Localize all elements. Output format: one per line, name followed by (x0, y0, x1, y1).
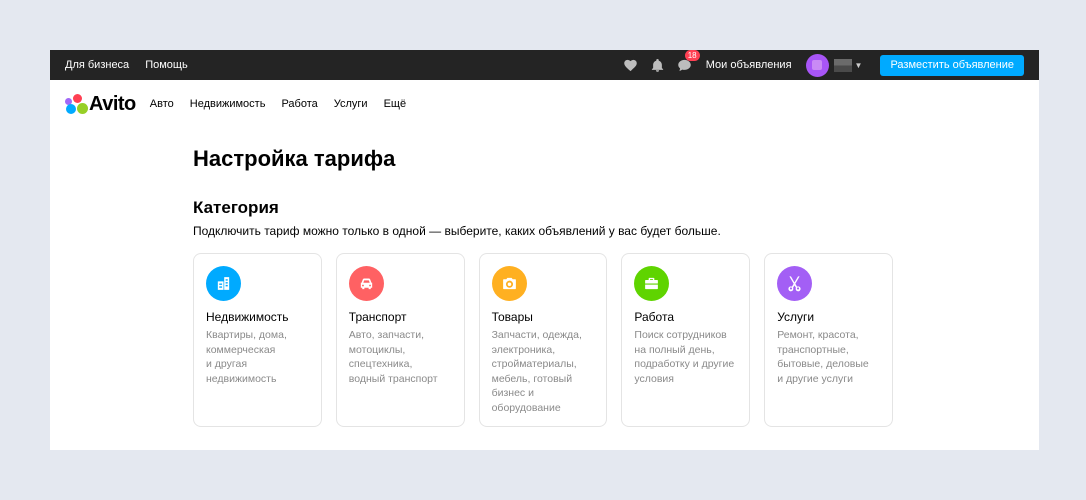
nav-item-auto[interactable]: Авто (150, 98, 174, 110)
category-description: Квартиры, дома, коммерческая и другая не… (206, 329, 287, 385)
page-title: Настройка тарифа (193, 146, 396, 171)
chevron-down-icon[interactable]: ▼ (855, 61, 863, 70)
category-description: Поиск сотрудников на полный день, подраб… (634, 329, 735, 385)
for-business-link[interactable]: Для бизнеса (65, 59, 129, 71)
scissors-icon (777, 266, 813, 301)
briefcase-icon (634, 266, 670, 301)
notifications-bell-icon[interactable] (650, 57, 666, 73)
category-nav: Авто Недвижимость Работа Услуги Ещё (150, 98, 406, 110)
logo-dots-icon (65, 93, 88, 115)
category-card-services[interactable]: Услуги Ремонт, красота, транспортные, бы… (764, 253, 893, 427)
help-link[interactable]: Помощь (145, 59, 188, 71)
category-card-goods[interactable]: Товары Запчасти, одежда, электроника, ст… (478, 253, 608, 427)
main-content: Настройка тарифа Категория Подключить та… (193, 146, 893, 427)
top-bar: Для бизнеса Помощь 18 Мои объявления ▼ Р… (50, 50, 1039, 80)
browser-page: Для бизнеса Помощь 18 Мои объявления ▼ Р… (50, 50, 1039, 450)
avito-logo[interactable]: Avito (65, 93, 136, 116)
category-description: Ремонт, красота, транспортные, бытовые, … (777, 329, 869, 385)
category-description: Запчасти, одежда, электроника, строймате… (491, 329, 582, 414)
main-nav: Avito Авто Недвижимость Работа Услуги Ещ… (50, 80, 1039, 128)
category-title: Недвижимость (206, 310, 289, 324)
category-title: Товары (491, 310, 533, 324)
camera-icon (491, 266, 527, 301)
car-icon (348, 266, 384, 301)
category-card-jobs[interactable]: Работа Поиск сотрудников на полный день,… (621, 253, 751, 427)
nav-item-services[interactable]: Услуги (334, 98, 368, 110)
category-cards: Недвижимость Квартиры, дома, коммерческа… (193, 253, 893, 427)
building-icon (206, 266, 241, 301)
favorites-heart-icon[interactable] (623, 57, 639, 73)
category-title: Работа (634, 310, 674, 324)
profile-thumbnail[interactable] (833, 58, 852, 72)
section-description: Подключить тариф можно только в одной — … (193, 224, 721, 238)
logo-text: Avito (89, 92, 136, 115)
avatar[interactable] (805, 53, 829, 77)
category-card-transport[interactable]: Транспорт Авто, запчасти, мотоциклы, спе… (335, 253, 465, 427)
category-title: Транспорт (348, 310, 407, 324)
category-title: Услуги (777, 310, 815, 324)
top-actions: 18 Мои объявления ▼ Разместить объявлени… (623, 50, 1024, 77)
section-title: Категория (193, 198, 279, 217)
messages-chat-icon[interactable]: 18 (677, 50, 700, 73)
category-description: Авто, запчасти, мотоциклы, спецтехника, … (348, 329, 438, 385)
post-ad-button[interactable]: Разместить объявление (880, 54, 1024, 76)
nav-item-more[interactable]: Ещё (384, 98, 407, 110)
my-ads-link[interactable]: Мои объявления (706, 59, 792, 71)
top-links: Для бизнеса Помощь (65, 59, 188, 71)
nav-item-realty[interactable]: Недвижимость (190, 98, 266, 110)
nav-item-jobs[interactable]: Работа (281, 98, 317, 110)
category-card-realty[interactable]: Недвижимость Квартиры, дома, коммерческа… (193, 253, 322, 427)
messages-count-badge: 18 (684, 50, 700, 61)
